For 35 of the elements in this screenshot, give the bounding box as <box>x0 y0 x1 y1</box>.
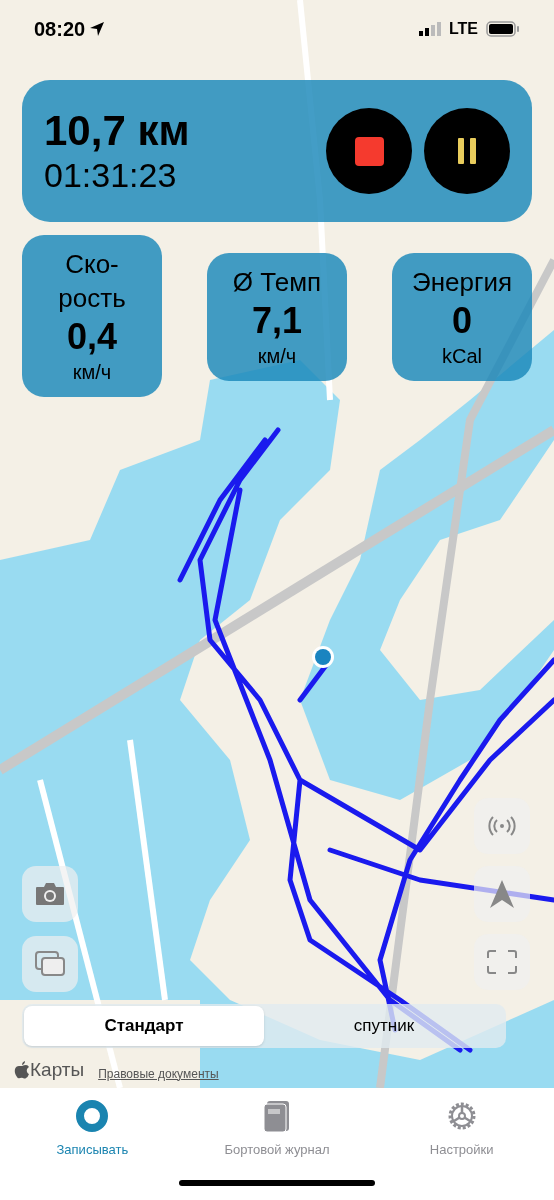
layers-button[interactable] <box>22 936 78 992</box>
stat-value: 0,4 <box>66 315 117 359</box>
fullscreen-button[interactable] <box>474 934 530 990</box>
layers-icon <box>35 951 65 977</box>
signal-icon <box>418 22 441 36</box>
camera-icon <box>35 882 65 906</box>
stat-label: Ско-рость <box>57 248 127 315</box>
tab-bar-item[interactable]: Записывать <box>0 1098 185 1168</box>
stop-icon <box>354 136 384 166</box>
navigation-arrow-icon <box>490 880 514 908</box>
stat-unit: км/ч <box>257 344 297 369</box>
map-type-option[interactable]: спутник <box>264 1006 504 1046</box>
book-icon <box>263 1099 291 1133</box>
stat-unit: kCal <box>442 344 482 369</box>
elapsed-time: 01:31:23 <box>44 155 178 195</box>
pause-icon <box>458 138 476 164</box>
clock-time: 08:20 <box>34 17 86 42</box>
fullscreen-icon <box>487 950 517 974</box>
battery-icon <box>486 21 520 37</box>
stat-label: Ø Темп <box>232 266 322 299</box>
broadcast-button[interactable] <box>474 798 530 854</box>
navigation-button[interactable] <box>474 866 530 922</box>
stat-unit: км/ч <box>72 360 112 385</box>
maps-logo-text: Карты <box>30 1058 85 1082</box>
stat-label: Энергия <box>411 266 513 299</box>
camera-button[interactable] <box>22 866 78 922</box>
location-arrow-icon <box>89 21 106 37</box>
apple-logo-icon <box>14 1061 30 1080</box>
distance-value: 10,7 км <box>44 107 190 155</box>
stat-value: 0 <box>452 299 472 343</box>
broadcast-icon <box>486 815 518 837</box>
record-icon <box>76 1100 109 1132</box>
map-type-option[interactable]: Стандарт <box>24 1006 264 1046</box>
network-label: LTE <box>448 19 478 39</box>
stat-value: 7,1 <box>251 299 302 343</box>
